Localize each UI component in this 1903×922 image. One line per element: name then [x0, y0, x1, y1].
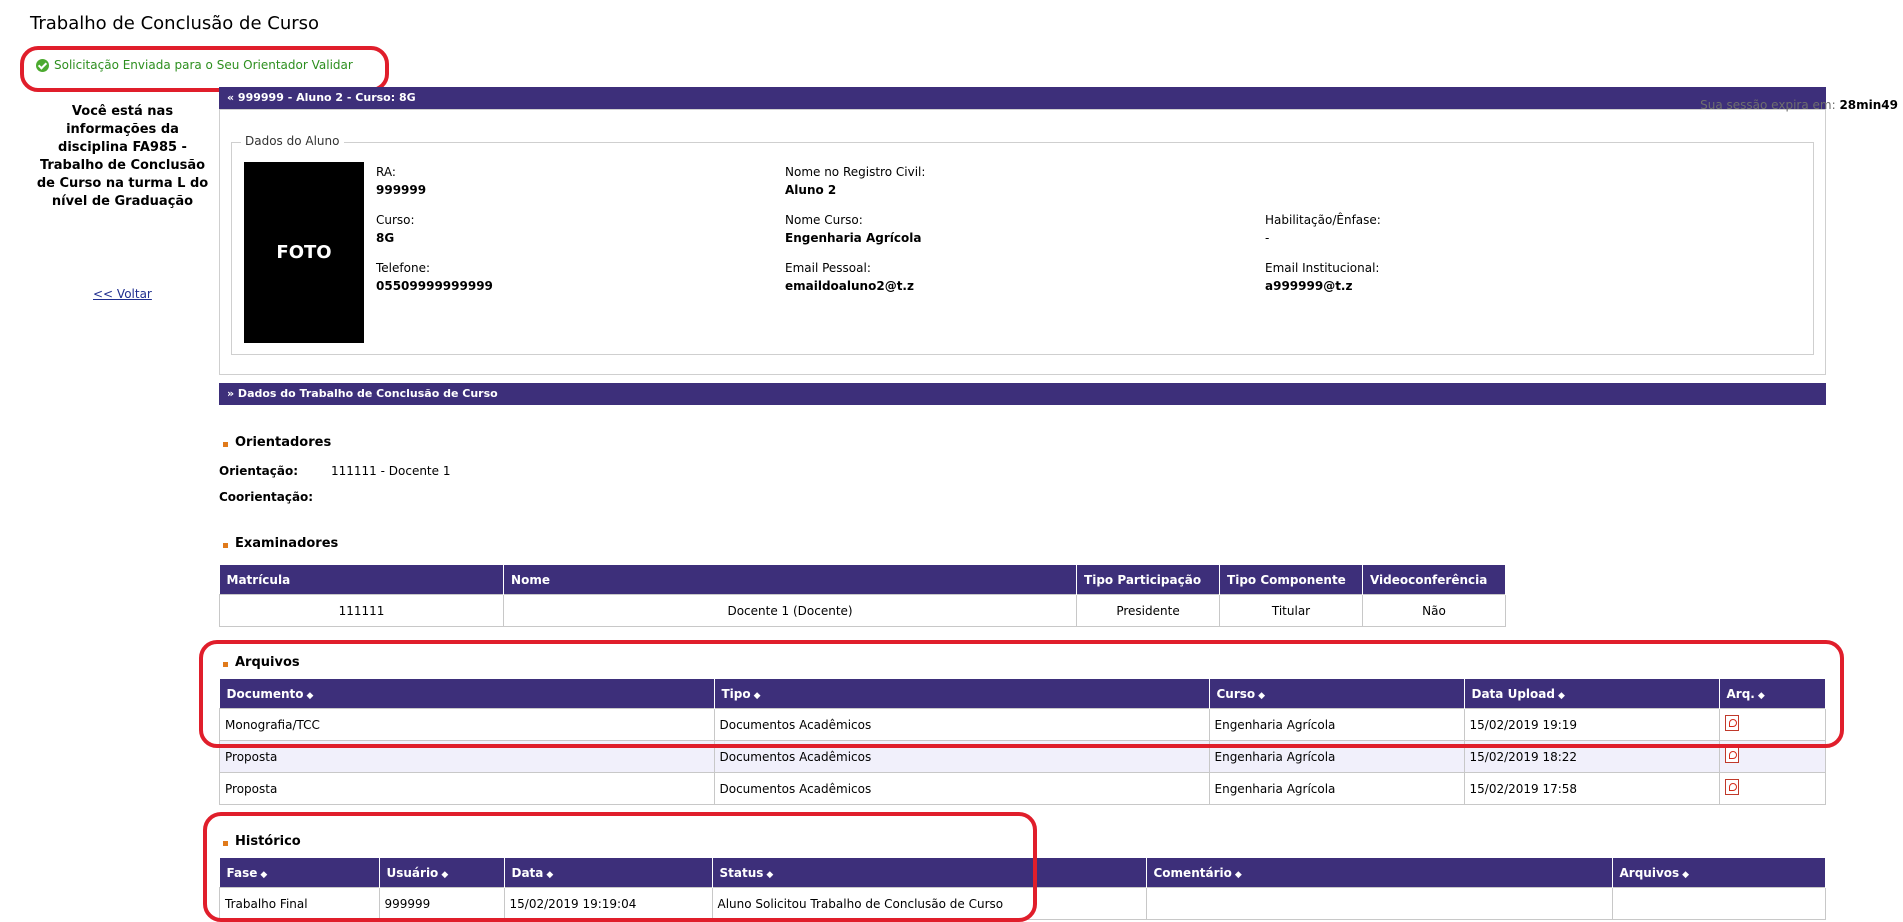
cell-arquivos — [1611, 887, 1826, 920]
annotation-highlight-message — [20, 46, 389, 92]
email-pessoal-value: emaildoaluno2@t.z — [785, 279, 914, 293]
student-photo: FOTO — [244, 162, 364, 343]
pdf-icon[interactable] — [1724, 747, 1739, 763]
orientadores-section: Orientadores — [223, 435, 331, 450]
bullet-icon — [223, 542, 228, 548]
col-comentario[interactable]: Comentário ◆ — [1146, 858, 1613, 888]
habilitacao-value: - — [1265, 231, 1270, 245]
ra-label: RA: — [376, 165, 396, 179]
table-row: Proposta Documentos Acadêmicos Engenhari… — [219, 772, 1826, 805]
session-prefix: Sua sessão expira em: — [1700, 98, 1840, 112]
col-nome: Nome — [503, 565, 1078, 595]
col-tipo-participacao: Tipo Participação — [1076, 565, 1221, 595]
cell-documento: Proposta — [219, 772, 715, 805]
pdf-icon[interactable] — [1724, 779, 1739, 795]
student-bar[interactable]: « 999999 - Aluno 2 - Curso: 8G — [219, 87, 1826, 109]
col-comentario-label: Comentário — [1153, 865, 1232, 880]
col-arquivos-label: Arquivos — [1619, 865, 1680, 880]
tcc-bar[interactable]: » Dados do Trabalho de Conclusão de Curs… — [219, 383, 1826, 405]
email-pessoal-label: Email Pessoal: — [785, 261, 871, 275]
annotation-highlight-historico — [203, 812, 1037, 922]
nome-label: Nome no Registro Civil: — [785, 165, 926, 179]
session-timer: Sua sessão expira em: 28min49 — [1700, 98, 1898, 112]
page-title: Trabalho de Conclusão de Curso — [30, 13, 320, 34]
cell-curso: Engenharia Agrícola — [1208, 772, 1465, 805]
habilitacao-label: Habilitação/Ênfase: — [1265, 213, 1381, 227]
examinadores-section: Examinadores — [223, 536, 338, 551]
nome-value: Aluno 2 — [785, 183, 837, 197]
email-inst-label: Email Institucional: — [1265, 261, 1380, 275]
col-arquivos[interactable]: Arquivos ◆ — [1612, 858, 1826, 888]
col-tipo-componente: Tipo Componente — [1219, 565, 1363, 595]
cell-tipo: Documentos Acadêmicos — [713, 772, 1210, 805]
ra-value: 999999 — [376, 183, 427, 197]
nome-curso-value: Engenharia Agrícola — [785, 231, 922, 245]
cell-arq — [1718, 772, 1826, 805]
student-fieldset — [231, 142, 1814, 355]
bullet-icon — [223, 441, 228, 447]
sort-icon: ◆ — [1234, 869, 1242, 880]
cell-nome: Docente 1 (Docente) — [503, 594, 1078, 627]
examinadores-table: Matrícula Nome Tipo Participação Tipo Co… — [218, 565, 1507, 627]
telefone-label: Telefone: — [376, 261, 430, 275]
cell-tipo-componente: Titular — [1219, 594, 1363, 627]
discipline-info: Você está nas informações da disciplina … — [36, 104, 209, 209]
cell-comentario — [1145, 887, 1613, 920]
email-inst-value: a999999@t.z — [1265, 279, 1353, 293]
cell-matricula: 111111 — [218, 594, 505, 627]
sort-icon: ◆ — [1682, 869, 1690, 880]
nome-curso-label: Nome Curso: — [785, 213, 863, 227]
cell-tipo-participacao: Presidente — [1076, 594, 1221, 627]
telefone-value: 05509999999999 — [376, 279, 493, 293]
student-legend: Dados do Aluno — [241, 134, 344, 148]
examinadores-title: Examinadores — [235, 536, 339, 551]
session-time: 28min49 — [1839, 98, 1898, 112]
coorientacao-label: Coorientação: — [219, 490, 314, 504]
cell-videoconferencia: Não — [1361, 594, 1507, 627]
back-link[interactable]: << Voltar — [93, 287, 152, 301]
curso-value: 8G — [376, 231, 395, 245]
orientadores-title: Orientadores — [235, 435, 332, 450]
cell-data-upload: 15/02/2019 17:58 — [1463, 772, 1720, 805]
orientacao-label: Orientação: — [219, 464, 299, 478]
annotation-highlight-arquivos — [199, 640, 1844, 748]
col-videoconferencia: Videoconferência — [1362, 565, 1507, 595]
orientacao-value: 111111 - Docente 1 — [331, 464, 451, 478]
col-matricula: Matrícula — [219, 565, 505, 595]
curso-label: Curso: — [376, 213, 415, 227]
table-row: 111111 Docente 1 (Docente) Presidente Ti… — [218, 594, 1507, 627]
